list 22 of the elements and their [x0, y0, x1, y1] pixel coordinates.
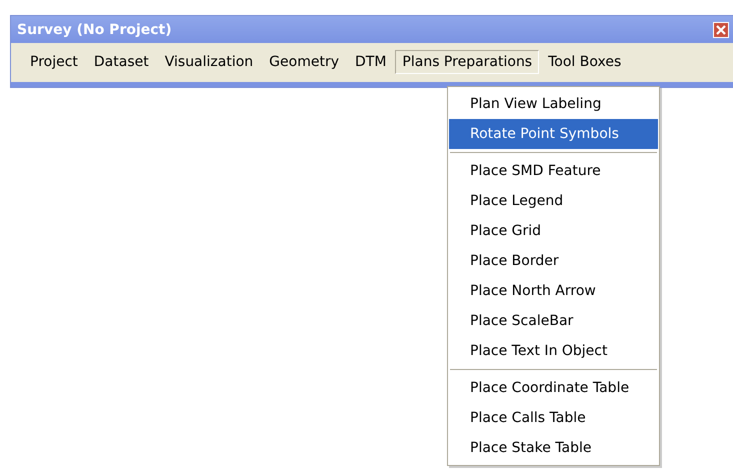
menu-item[interactable]: Project — [23, 50, 85, 74]
dropdown-item[interactable]: Place Legend — [449, 186, 658, 216]
dropdown-item[interactable]: Place Grid — [449, 216, 658, 246]
dropdown-item[interactable]: Rotate Point Symbols — [449, 119, 658, 149]
dropdown-item[interactable]: Place SMD Feature — [449, 156, 658, 186]
dropdown-item[interactable]: Place Border — [449, 246, 658, 276]
dropdown-item[interactable]: Place Stake Table — [449, 433, 658, 463]
menu-item[interactable]: Geometry — [262, 50, 346, 74]
dropdown-item[interactable]: Place ScaleBar — [449, 306, 658, 336]
menu-item[interactable]: Dataset — [86, 50, 156, 74]
menu-item[interactable]: Plans Preparations — [395, 50, 540, 74]
dropdown-item[interactable]: Place Text In Object — [449, 336, 658, 366]
menu-item[interactable]: Visualization — [158, 50, 260, 74]
menu-item[interactable]: DTM — [348, 50, 394, 74]
window-title: Survey (No Project) — [17, 22, 172, 38]
dropdown-item[interactable]: Place Calls Table — [449, 403, 658, 433]
menu-item[interactable]: Tool Boxes — [541, 50, 628, 74]
close-icon — [715, 24, 727, 36]
dropdown-item[interactable]: Place North Arrow — [449, 276, 658, 306]
dropdown-item[interactable]: Plan View Labeling — [449, 89, 658, 119]
dropdown-item[interactable]: Place Coordinate Table — [449, 373, 658, 403]
close-button[interactable] — [713, 22, 729, 38]
